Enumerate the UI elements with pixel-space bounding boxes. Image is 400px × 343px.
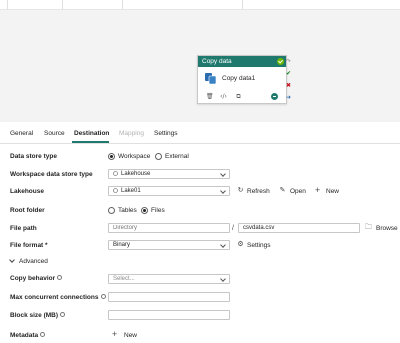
activity-header: Copy data [198,56,286,67]
external-radio[interactable] [155,153,162,160]
copy-behavior-placeholder: Select... [113,276,135,282]
info-icon[interactable] [40,332,46,337]
properties-tabs: General Source Destination Mapping Setti… [0,128,400,144]
files-radio-label[interactable]: Files [151,207,165,214]
lakehouse-value: Lake01 [121,188,141,194]
activity-name: Copy data1 [222,75,256,82]
copy-icon[interactable]: ⧉ [235,93,242,100]
block-size-label: Block size (MB) [10,312,66,319]
lakehouse-icon [113,187,118,193]
tables-radio[interactable] [108,207,115,214]
file-format-value: Binary [113,242,131,248]
new-lakehouse-button[interactable]: New [326,188,339,195]
tab-general[interactable]: General [10,130,33,137]
workspace-data-store-type-value: Lakehouse [121,171,151,177]
format-settings-button[interactable]: Settings [247,242,271,249]
block-size-input[interactable] [108,310,230,320]
files-radio[interactable] [141,207,148,214]
filename-input[interactable]: csvdata.csv [238,223,360,233]
info-icon[interactable] [100,294,106,299]
max-concurrent-connections-input[interactable] [108,292,230,302]
pencil-icon[interactable]: ✎ [279,187,286,194]
activity-type-label: Copy data [202,58,232,65]
copy-behavior-dropdown[interactable]: Select... [108,274,230,284]
advanced-label: Advanced [19,258,48,265]
copy-data-icon [205,73,217,85]
workspace-data-store-type-label: Workspace data store type [10,171,93,178]
chevron-down-icon [9,257,15,263]
active-tab-indicator [72,141,109,143]
completion-port-icon[interactable]: ➜ [285,94,292,101]
copy-behavior-label: Copy behavior [10,275,63,282]
path-separator: / [232,225,234,232]
advanced-section-toggle[interactable]: Advanced [9,257,48,265]
info-icon[interactable] [60,312,66,317]
delete-icon[interactable]: 🗑 [206,93,214,100]
directory-input[interactable] [108,223,230,233]
chevron-down-icon [220,276,226,282]
new-metadata-button[interactable]: New [124,332,137,339]
skip-port-icon[interactable]: ↷ [285,58,292,65]
code-icon[interactable]: ‹/› [220,93,227,100]
workspace-radio[interactable] [108,153,115,160]
workspace-radio-label[interactable]: Workspace [118,153,150,160]
copy-data-activity[interactable]: Copy data Copy data1 🗑 ‹/› ⧉ [197,55,287,104]
tab-mapping: Mapping [119,130,144,137]
root-folder-label: Root folder [10,207,45,214]
tab-destination[interactable]: Destination [74,130,109,137]
lakehouse-icon [113,170,118,176]
pipeline-canvas[interactable]: Copy data Copy data1 🗑 ‹/› ⧉ ↷ ✔ ✖ ➜ [0,0,400,122]
chevron-down-icon [220,188,226,194]
settings-gear-icon[interactable]: ⚙ [237,241,244,248]
file-format-dropdown[interactable]: Binary [108,240,230,250]
plus-icon[interactable]: + [111,331,118,338]
lakehouse-dropdown[interactable]: Lake01 [108,186,230,196]
folder-icon[interactable]: 🗀 [365,224,372,231]
browse-button[interactable]: Browse [376,225,398,232]
failure-port-icon[interactable]: ✖ [285,82,292,89]
tables-radio-label[interactable]: Tables [118,207,137,214]
lakehouse-label: Lakehouse [10,188,44,195]
chevron-down-icon [220,171,226,177]
arrow-right-icon[interactable] [271,93,278,100]
activity-ports: ↷ ✔ ✖ ➜ [285,58,293,102]
open-button[interactable]: Open [290,188,306,195]
info-icon[interactable] [57,275,63,280]
chevron-down-icon [220,242,226,248]
external-radio-label[interactable]: External [165,153,189,160]
success-port-icon[interactable]: ✔ [285,70,292,77]
refresh-button[interactable]: Refresh [247,188,270,195]
file-format-label: File format * [10,242,48,249]
tab-source[interactable]: Source [44,130,65,137]
file-path-label: File path [10,225,37,232]
data-store-type-label: Data store type [10,153,57,160]
canvas-top-strip [0,0,400,10]
max-concurrent-connections-label: Max concurrent connections [10,294,106,301]
tab-settings[interactable]: Settings [154,130,178,137]
success-check-icon [277,58,284,65]
metadata-label: Metadata [10,332,46,339]
refresh-icon[interactable]: ↻ [237,187,244,194]
workspace-data-store-type-dropdown[interactable]: Lakehouse [108,169,230,179]
plus-icon[interactable]: + [314,187,321,194]
